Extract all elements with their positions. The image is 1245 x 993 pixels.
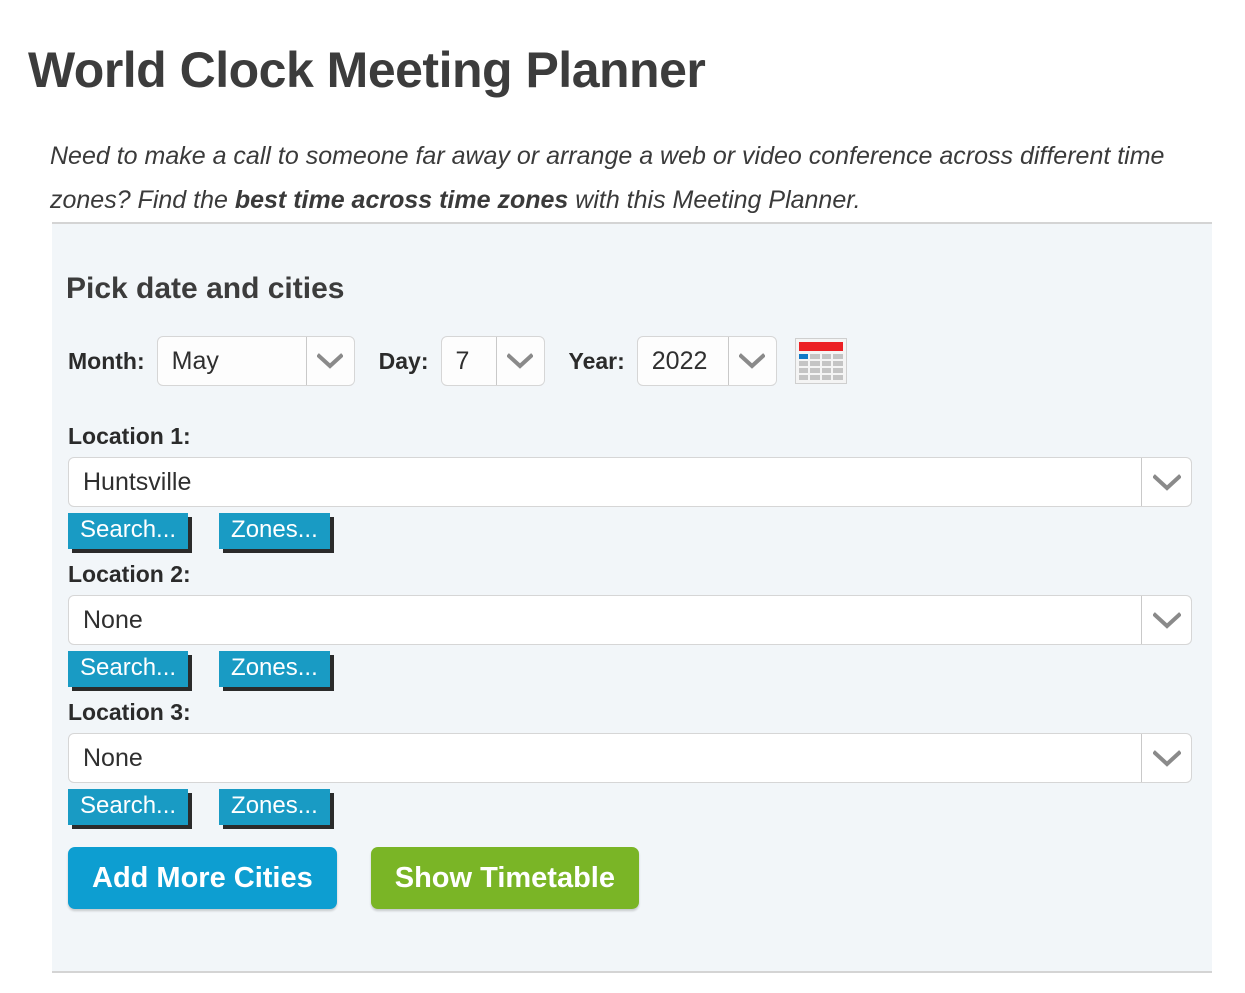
date-selection-row: Month: May Day: 7 Year: 2022 [68,334,847,388]
calendar-icon-cell [833,368,843,373]
location-2-search-button[interactable]: Search... [68,651,189,687]
month-select-value: May [171,346,219,375]
location-3-value: None [83,743,143,772]
day-select[interactable]: 7 [440,336,545,386]
action-button-row: Add More Cities Show Timetable [68,847,639,909]
location-1-search-button[interactable]: Search... [68,513,189,549]
calendar-icon-cell [798,361,809,366]
location-2-block: Location 2: None Search... Zones... [68,561,1192,687]
year-select-value: 2022 [651,346,708,375]
location-3-select[interactable]: None [68,733,1192,783]
chevron-down-icon [1141,458,1191,506]
location-1-button-row: Search... Zones... [68,513,1192,549]
location-2-button-row: Search... Zones... [68,651,1192,687]
year-select[interactable]: 2022 [636,336,777,386]
calendar-icon-cell [821,368,832,373]
location-3-search-button[interactable]: Search... [68,789,189,825]
calendar-icon[interactable] [794,338,847,384]
calendar-icon-header [798,342,843,351]
day-label: Day: [378,347,429,374]
page-title: World Clock Meeting Planner [28,41,706,98]
location-3-button-row: Search... Zones... [68,789,1192,825]
month-label: Month: [68,347,145,374]
calendar-icon-cell [798,368,809,373]
chevron-down-icon [495,337,544,385]
calendar-icon-cell [821,354,832,359]
calendar-icon-cell [833,361,843,366]
panel-heading: Pick date and cities [66,272,345,305]
calendar-icon-cell [833,354,843,359]
year-label: Year: [568,347,625,374]
show-timetable-button[interactable]: Show Timetable [370,847,639,909]
day-select-value: 7 [455,346,470,375]
chevron-down-icon [727,337,776,385]
month-select[interactable]: May [156,336,355,386]
location-3-zones-button[interactable]: Zones... [219,789,330,825]
location-1-select[interactable]: Huntsville [68,457,1192,507]
location-1-label: Location 1: [68,423,191,449]
calendar-icon-grid [798,354,843,380]
intro-emphasis: best time across time zones [234,185,569,214]
intro-text-part2: with this Meeting Planner. [568,185,861,214]
location-1-zones-button[interactable]: Zones... [219,513,330,549]
chevron-down-icon [1141,596,1191,644]
calendar-icon-cell [798,375,809,380]
meeting-planner-page: World Clock Meeting Planner Need to make… [0,0,1245,993]
add-more-cities-button[interactable]: Add More Cities [68,847,337,909]
calendar-icon-cell [821,361,832,366]
location-2-zones-button[interactable]: Zones... [219,651,330,687]
intro-paragraph: Need to make a call to someone far away … [50,135,1175,223]
pick-date-and-cities-panel: Pick date and cities Month: May Day: 7 Y… [52,222,1212,973]
calendar-icon-cell [810,361,820,366]
calendar-icon-cell [810,368,820,373]
chevron-down-icon [1141,734,1191,782]
calendar-icon-cell [833,375,843,380]
location-2-value: None [83,605,143,634]
location-1-value: Huntsville [83,467,192,496]
calendar-icon-cell [810,354,820,359]
location-2-label: Location 2: [68,561,191,587]
location-2-select[interactable]: None [68,595,1192,645]
calendar-icon-cell [798,354,809,359]
location-3-block: Location 3: None Search... Zones... [68,699,1192,825]
location-3-label: Location 3: [68,699,191,725]
location-1-block: Location 1: Huntsville Search... Zones..… [68,423,1192,549]
chevron-down-icon [305,337,354,385]
calendar-icon-cell [810,375,820,380]
calendar-icon-cell [821,375,832,380]
